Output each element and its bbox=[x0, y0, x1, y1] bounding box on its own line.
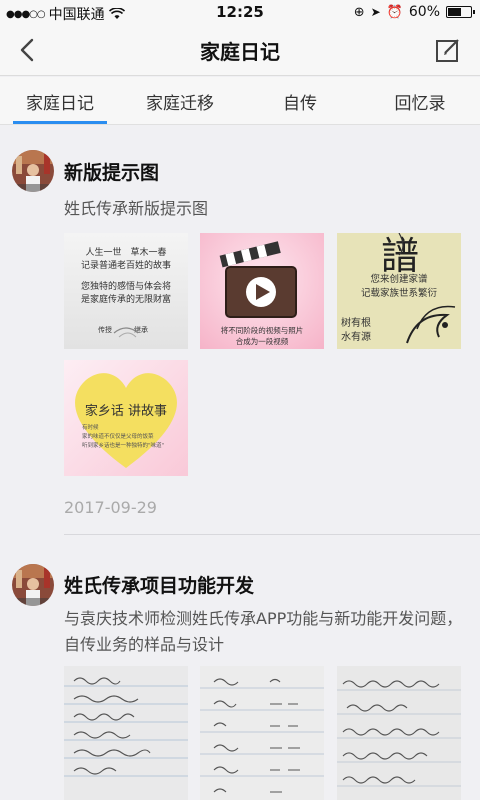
handwritten-note-icon bbox=[337, 680, 461, 787]
post-title: 姓氏传承项目功能开发 bbox=[64, 575, 255, 597]
image-line: 有时候 bbox=[82, 425, 99, 431]
battery-icon bbox=[446, 6, 475, 18]
active-tab-indicator bbox=[13, 121, 107, 124]
tab-autobiography[interactable]: 自传 bbox=[240, 89, 360, 114]
handwritten-note-icon bbox=[200, 678, 324, 793]
post-image[interactable]: 家乡话 讲故事 有时候 家的味道不仅仅是父母的饭菜 听到家乡话也是一种独特的"味… bbox=[64, 360, 188, 476]
tab-memoir[interactable]: 回忆录 bbox=[360, 89, 480, 114]
tab-bar: 家庭日记 家庭迁移 自传 回忆录 bbox=[0, 77, 480, 125]
handwritten-note-icon bbox=[64, 677, 188, 777]
location-arrow-icon: ➤ bbox=[370, 5, 381, 19]
image-line: 家的味道不仅仅是父母的饭菜 bbox=[82, 434, 154, 440]
image-text: 有时候 家的味道不仅仅是父母的饭菜 听到家乡话也是一种独特的"味道" bbox=[82, 424, 164, 451]
post-title: 新版提示图 bbox=[64, 162, 160, 184]
divider bbox=[64, 534, 480, 535]
post-image[interactable] bbox=[337, 666, 461, 800]
image-title: 家乡话 讲故事 bbox=[84, 404, 168, 419]
post-date: 2017-09-29 bbox=[64, 498, 157, 517]
post-text: 与袁庆技术师检测姓氏传承APP功能与新功能开发问题，自传业务的样品与设计 bbox=[64, 609, 463, 654]
tab-family-diary[interactable]: 家庭日记 bbox=[0, 89, 120, 114]
status-right: ⊕ ➤ ⏰ 60% bbox=[353, 4, 475, 20]
post-image[interactable]: 人生一世 草木一春 记录普通老百姓的故事 您独特的感悟与体会将 是家庭传承的无限… bbox=[64, 233, 188, 349]
image-line: 听到家乡话也是一种独特的"味道" bbox=[82, 443, 165, 449]
post-image[interactable]: 将不同阶段的视频与照片 合成为一段视频 bbox=[200, 233, 324, 349]
image-line: 将不同阶段的视频与照片 bbox=[220, 326, 304, 335]
floral-ornament-icon bbox=[398, 233, 456, 344]
compose-icon bbox=[436, 39, 459, 62]
diary-feed[interactable]: 新版提示图 姓氏传承新版提示图 人生一世 草木一春 记录普通老百姓的故事 您独特… bbox=[0, 126, 480, 800]
post-image[interactable] bbox=[200, 666, 324, 800]
alarm-icon: ⏰ bbox=[386, 4, 403, 20]
avatar[interactable] bbox=[12, 150, 54, 192]
hands-illustration-icon bbox=[113, 327, 139, 338]
post-text: 姓氏传承新版提示图 bbox=[64, 199, 209, 218]
page-title: 家庭日记 bbox=[200, 40, 280, 64]
nav-bar: 家庭日记 bbox=[0, 24, 480, 76]
status-bar: ●●●○○ 中国联通 12:25 ⊕ ➤ ⏰ 60% bbox=[0, 0, 480, 24]
post-image[interactable]: 譜 您来创建家谱 记载家族世系繁衍 树有根 水有源 bbox=[337, 233, 461, 349]
orientation-lock-icon: ⊕ bbox=[353, 4, 365, 20]
image-line: 合成为一段视频 bbox=[235, 337, 289, 346]
diary-post[interactable]: 姓氏传承项目功能开发 与袁庆技术师检测姓氏传承APP功能与新功能开发问题，自传业… bbox=[0, 546, 480, 800]
image-text: 将不同阶段的视频与照片 合成为一段视频 bbox=[200, 325, 324, 347]
post-image[interactable] bbox=[64, 666, 188, 800]
compose-button[interactable] bbox=[434, 36, 462, 64]
tab-family-migration[interactable]: 家庭迁移 bbox=[120, 89, 240, 114]
avatar[interactable] bbox=[12, 564, 54, 606]
battery-percent: 60% bbox=[408, 4, 440, 20]
battery-fill bbox=[448, 8, 462, 16]
diary-post[interactable]: 新版提示图 姓氏传承新版提示图 人生一世 草木一春 记录普通老百姓的故事 您独特… bbox=[0, 126, 480, 546]
